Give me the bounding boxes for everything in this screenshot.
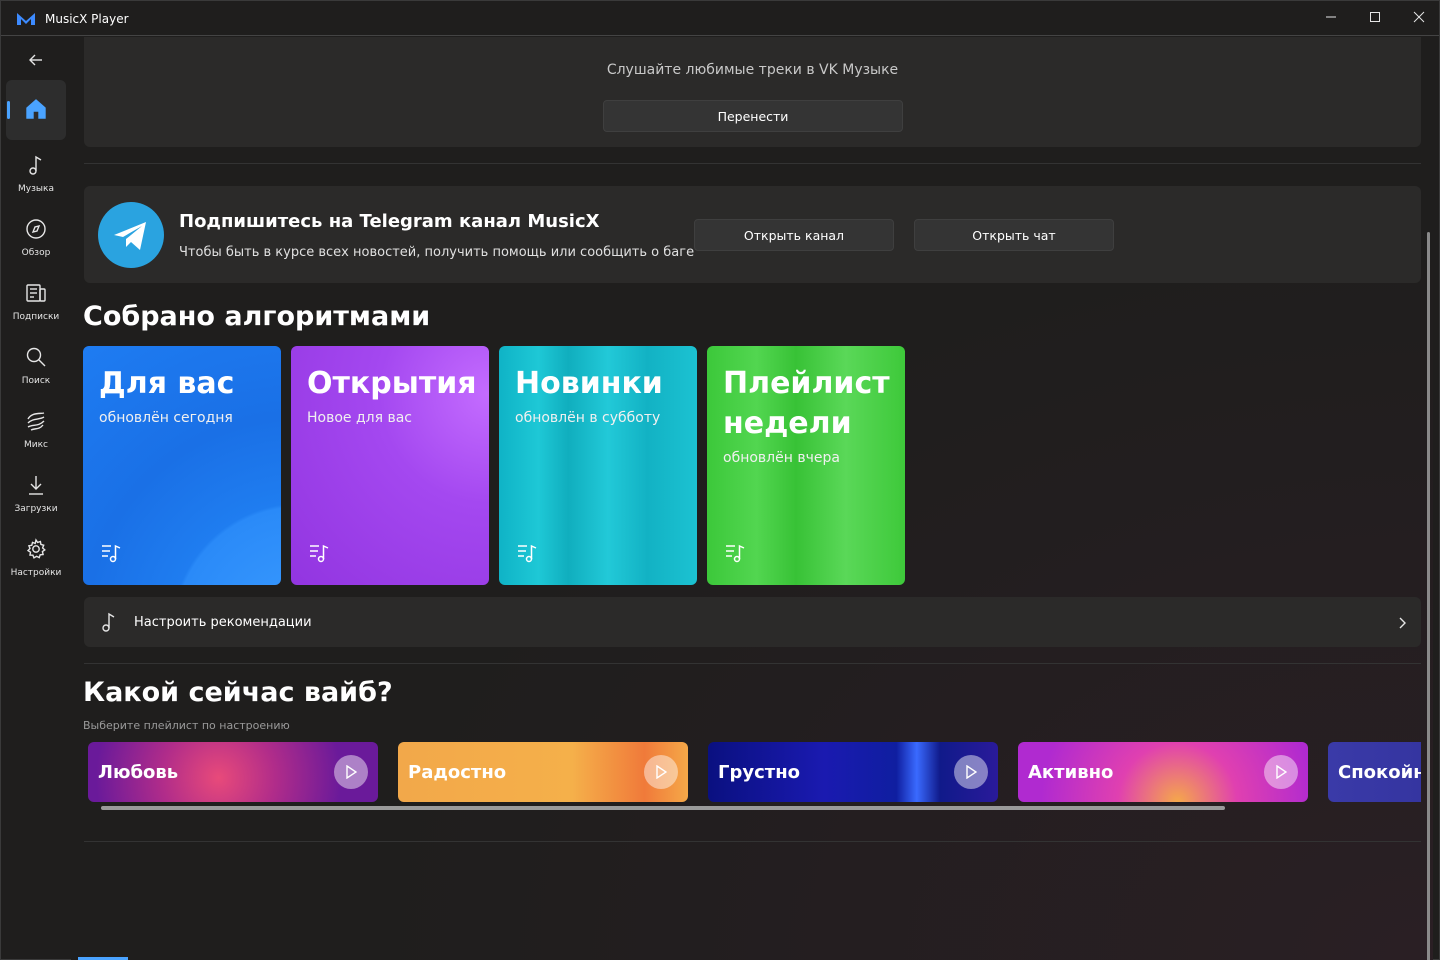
configure-recommendations-label: Настроить рекомендации: [134, 615, 312, 630]
vibe-subtitle: Выберите плейлист по настроению: [83, 719, 290, 732]
app-logo-icon: [16, 11, 36, 27]
open-chat-button[interactable]: Открыть чат: [914, 219, 1114, 251]
vibe-title: Какой сейчас вайб?: [83, 677, 393, 708]
sidebar-item-label: Музыка: [18, 184, 54, 194]
play-icon: [966, 765, 977, 779]
back-button[interactable]: [21, 45, 51, 75]
minimize-button[interactable]: [1309, 1, 1353, 33]
telegram-logo-icon: [98, 202, 164, 268]
divider: [84, 841, 1421, 842]
play-icon: [346, 765, 357, 779]
sidebar-item-label: Поиск: [21, 376, 51, 386]
music-note-icon: [6, 154, 66, 176]
vk-transfer-panel: Слушайте любимые треки в VK Музыке Перен…: [84, 37, 1421, 147]
mood-card-active[interactable]: Активно: [1018, 742, 1308, 802]
minimize-icon: [1326, 16, 1336, 18]
playlist-icon: [517, 543, 539, 567]
playlist-icon: [309, 543, 331, 567]
news-icon: [6, 282, 66, 304]
main-content: Слушайте любимые треки в VK Музыке Перен…: [71, 37, 1433, 960]
mood-card-joyful[interactable]: Радостно: [398, 742, 688, 802]
compass-icon: [6, 218, 66, 240]
close-icon: [1413, 11, 1425, 23]
transfer-button[interactable]: Перенести: [603, 100, 903, 132]
card-title: Новинки: [515, 366, 663, 401]
sidebar: Музыка Обзор Подписки Поиск Микс Загрузк…: [1, 37, 71, 960]
play-icon: [1276, 765, 1287, 779]
download-icon: [6, 474, 66, 496]
maximize-button[interactable]: [1353, 1, 1397, 33]
sidebar-item-label: Микс: [24, 440, 48, 450]
sidebar-item-music[interactable]: Музыка: [6, 144, 66, 204]
playlist-icon: [101, 543, 123, 567]
maximize-icon: [1370, 12, 1380, 22]
card-title: Открытия: [307, 366, 477, 401]
sidebar-item-label: Настройки: [10, 568, 62, 578]
play-icon: [656, 765, 667, 779]
music-note-icon: [100, 611, 120, 637]
mood-card-love[interactable]: Любовь: [88, 742, 378, 802]
sidebar-item-label: Подписки: [12, 312, 60, 322]
open-channel-button[interactable]: Открыть канал: [694, 219, 894, 251]
app-title: MusicX Player: [45, 12, 129, 26]
card-subtitle: обновлён вчера: [723, 450, 840, 466]
telegram-description: Чтобы быть в курсе всех новостей, получи…: [179, 245, 695, 260]
play-button[interactable]: [644, 755, 678, 789]
playlist-card-new-releases[interactable]: Новинки обновлён в субботу: [499, 346, 697, 585]
play-button[interactable]: [1264, 755, 1298, 789]
configure-recommendations-row[interactable]: Настроить рекомендации: [84, 597, 1421, 647]
close-button[interactable]: [1397, 1, 1440, 33]
mood-carousel: Любовь Радостно Грустно Активно Спокойн: [84, 737, 1421, 807]
sidebar-item-label: Обзор: [21, 248, 51, 258]
playlist-icon: [725, 543, 747, 567]
play-button[interactable]: [954, 755, 988, 789]
gear-icon: [6, 538, 66, 560]
card-title: Для вас: [99, 366, 235, 401]
algorithms-title: Собрано алгоритмами: [83, 301, 431, 332]
title-bar: MusicX Player: [1, 1, 1439, 36]
card-subtitle: обновлён в субботу: [515, 410, 661, 426]
horizontal-scrollbar[interactable]: [101, 806, 1225, 810]
sidebar-item-home[interactable]: [6, 80, 66, 140]
mix-icon: [6, 410, 66, 432]
mood-label: Любовь: [98, 762, 179, 783]
mood-label: Грустно: [718, 762, 800, 783]
play-button[interactable]: [334, 755, 368, 789]
app-window: MusicX Player Музыка Обзор Подписки Поис…: [0, 0, 1440, 960]
mood-card-calm[interactable]: Спокойно: [1328, 742, 1421, 802]
sidebar-item-search[interactable]: Поиск: [6, 336, 66, 396]
telegram-panel: Подпишитесь на Telegram канал MusicX Что…: [84, 186, 1421, 283]
card-subtitle: Новое для вас: [307, 410, 412, 426]
card-subtitle: обновлён сегодня: [99, 410, 233, 426]
mood-label: Спокойно: [1338, 762, 1421, 783]
divider: [84, 663, 1421, 664]
sidebar-item-downloads[interactable]: Загрузки: [6, 464, 66, 524]
vk-transfer-subtitle: Слушайте любимые треки в VK Музыке: [606, 62, 899, 78]
sidebar-item-label: Загрузки: [14, 504, 58, 514]
back-arrow-icon: [29, 54, 42, 66]
sidebar-item-settings[interactable]: Настройки: [6, 528, 66, 588]
playlist-card-discoveries[interactable]: Открытия Новое для вас: [291, 346, 489, 585]
home-icon: [6, 97, 66, 121]
mood-card-sad[interactable]: Грустно: [708, 742, 998, 802]
search-icon: [6, 346, 66, 368]
sidebar-item-overview[interactable]: Обзор: [6, 208, 66, 268]
mood-label: Активно: [1028, 762, 1114, 783]
vertical-scrollbar[interactable]: [1427, 232, 1430, 960]
telegram-title: Подпишитесь на Telegram канал MusicX: [179, 211, 600, 232]
sidebar-item-subscriptions[interactable]: Подписки: [6, 272, 66, 332]
playlist-card-weekly[interactable]: Плейлист недели обновлён вчера: [707, 346, 905, 585]
divider: [84, 163, 1421, 164]
card-title: Плейлист недели: [723, 366, 890, 441]
sidebar-item-mix[interactable]: Микс: [6, 400, 66, 460]
chevron-right-icon: [1397, 615, 1407, 634]
mood-label: Радостно: [408, 762, 507, 783]
playlist-card-for-you[interactable]: Для вас обновлён сегодня: [83, 346, 281, 585]
